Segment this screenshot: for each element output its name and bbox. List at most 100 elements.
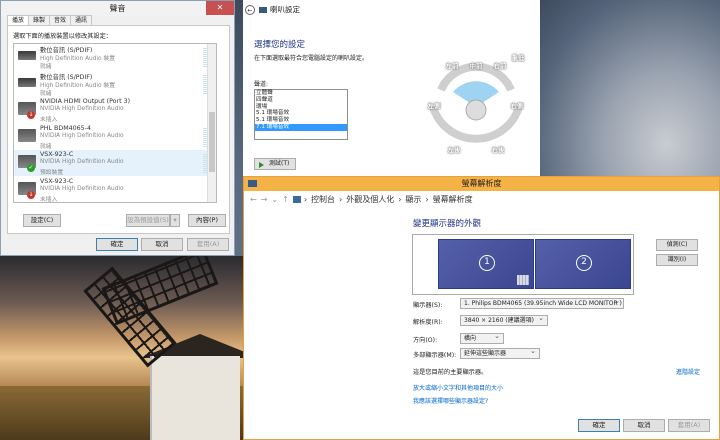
speaker-title: 喇叭設定 [270, 5, 300, 14]
text-size-link[interactable]: 放大或縮小文字和其他項目的大小 [413, 383, 503, 392]
device-driver: NVIDIA High Definition Audio [40, 185, 124, 192]
device-status: 預設裝置 [40, 170, 64, 176]
set-default-dropdown[interactable]: ▾ [170, 214, 180, 227]
speaker-setup-dialog: ← 喇叭設定 選擇您的設定 在下面選取最符合您電腦設定的喇叭設定。 聲道: 立體… [243, 0, 540, 176]
list-item[interactable]: 數位音訊 (S/PDIF) High Definition Audio 裝置 就… [14, 44, 216, 71]
device-status: 未插入 [40, 117, 58, 123]
channel-option[interactable]: 5.1 環場音效 [255, 117, 347, 124]
desktop-wallpaper-windmill [0, 256, 243, 440]
speaker-side-left[interactable]: 左側 [423, 100, 445, 110]
speaker-icon [259, 6, 267, 13]
device-status: 就緒 [40, 90, 52, 97]
forward-icon[interactable]: → [261, 195, 268, 204]
device-list[interactable]: 數位音訊 (S/PDIF) High Definition Audio 裝置 就… [13, 43, 217, 203]
orientation-label: 方向(O): [413, 337, 438, 344]
recent-icon[interactable]: ⌄ [271, 195, 278, 204]
resolution-label: 解析度(R): [413, 319, 443, 326]
up-icon[interactable]: ↑ [282, 195, 289, 204]
breadcrumb-resolution[interactable]: 螢幕解析度 [433, 194, 473, 205]
wallpaper-windmill-house [150, 356, 240, 440]
list-item[interactable]: PHL BDM4065-4 NVIDIA High Definition Aud… [14, 124, 216, 150]
breadcrumb-sep: › [425, 194, 429, 204]
breadcrumb-control-panel[interactable]: 控制台 [311, 194, 335, 205]
display-title: 螢幕解析度 [461, 179, 502, 188]
breadcrumb-sep: › [339, 194, 343, 204]
address-bar: ← → ⌄ ↑ › 控制台 › 外觀及個人化 › 顯示 › 螢幕解析度 [244, 191, 719, 207]
spdif-icon [18, 77, 36, 87]
device-status: 就緒 [40, 64, 52, 70]
display-label: 顯示器(S): [413, 302, 443, 309]
main-display-text: 這是您目前的主要顯示器。 [413, 369, 488, 376]
monitor-icon [18, 128, 36, 142]
scrollbar-thumb[interactable] [209, 112, 215, 172]
device-name: PHL BDM4065-4 [40, 124, 91, 132]
list-item-selected[interactable]: ✓ VSX-923-C NVIDIA High Definition Audio… [14, 150, 216, 177]
channel-option-selected[interactable]: 7.1 環場音效 [255, 123, 347, 131]
display-app-icon [248, 180, 257, 187]
breadcrumb-sep: › [303, 194, 308, 204]
ok-button[interactable]: 確定 [578, 419, 620, 432]
monitor-2[interactable]: 2 [535, 239, 631, 289]
configure-button[interactable]: 設定(C) [23, 214, 61, 227]
breadcrumb-display[interactable]: 顯示 [405, 194, 421, 205]
properties-button[interactable]: 內容(P) [188, 214, 226, 227]
device-list-scrollbar[interactable] [207, 44, 216, 202]
device-driver: NVIDIA High Definition Audio [40, 159, 124, 165]
orientation-select[interactable]: 橫向 [460, 332, 504, 344]
channel-option[interactable]: 四聲道 [255, 97, 347, 104]
control-panel-icon [292, 195, 301, 203]
resolution-select[interactable]: 3840 × 2160 (建議選項) [460, 314, 548, 326]
list-item[interactable]: 數位音訊 (S/PDIF) High Definition Audio 裝置 就… [14, 71, 216, 97]
cancel-button[interactable]: 取消 [623, 419, 665, 432]
device-driver: NVIDIA High Definition Audio [40, 106, 124, 112]
apply-button[interactable]: 套用(A) [187, 238, 229, 251]
desktop-wallpaper-sky [540, 0, 720, 180]
channel-option[interactable]: 立體聲 [255, 90, 347, 97]
multi-display-select[interactable]: 延伸這些顯示器 [460, 347, 540, 359]
playback-panel: 選取下面的播放裝置以修改其設定： 數位音訊 (S/PDIF) High Defi… [7, 25, 230, 234]
speaker-header: ← 喇叭設定 [243, 0, 540, 19]
close-button[interactable]: ✕ [206, 1, 234, 15]
breadcrumb-appearance[interactable]: 外觀及個人化 [346, 194, 394, 205]
channels-listbox[interactable]: 立體聲 四聲道 環場 5.1 環場音效 5.1 環場音效 7.1 環場音效 [254, 89, 348, 140]
back-arrow-icon[interactable]: ← [245, 4, 255, 15]
speaker-side-right[interactable]: 右側 [506, 100, 528, 110]
display-select[interactable]: 1. Philips BDM4065 (39.95inch Wide LCD M… [460, 297, 624, 309]
ok-button[interactable]: 確定 [96, 238, 138, 251]
list-item[interactable]: ↓ VSX-923-C NVIDIA High Definition Audio… [14, 177, 216, 203]
device-driver: NVIDIA High Definition Audio [40, 132, 124, 139]
speaker-rear-right[interactable]: 右後 [487, 144, 509, 154]
device-name: VSX-923-C [40, 151, 74, 158]
speaker-front-left[interactable]: 左前 [441, 60, 463, 70]
cancel-button[interactable]: 取消 [141, 238, 183, 251]
device-status: 未插入 [40, 196, 58, 203]
sound-title: 聲音 [1, 1, 234, 16]
unplugged-badge-icon: ↓ [27, 190, 35, 199]
device-name: NVIDIA HDMI Output (Port 3) [40, 98, 131, 105]
detect-button[interactable]: 偵測(C) [656, 239, 698, 251]
back-icon[interactable]: ← [250, 195, 257, 204]
channels-label: 聲道: [254, 81, 269, 88]
unplugged-badge-icon: ↓ [27, 111, 35, 119]
list-item[interactable]: ↓ NVIDIA HDMI Output (Port 3) NVIDIA Hig… [14, 97, 216, 124]
advanced-settings-link[interactable]: 進階設定 [676, 367, 700, 376]
identify-button[interactable]: 識別(I) [656, 254, 698, 266]
speaker-rear-left[interactable]: 左後 [443, 144, 465, 154]
test-button[interactable]: 測試(T) [254, 158, 296, 170]
taskbar-grid-icon [517, 275, 529, 285]
display-help-link[interactable]: 我應該選擇哪些顯示器設定? [413, 396, 488, 405]
monitor-1[interactable]: 1 [438, 239, 534, 289]
sound-dialog: 聲音 ✕ 播放 錄製 音效 通訊 選取下面的播放裝置以修改其設定： 數位音訊 (… [0, 0, 235, 256]
apply-button[interactable]: 套用(A) [668, 419, 710, 432]
display-heading: 變更顯示器的外觀 [413, 219, 482, 229]
speaker-layout: 左前 中前 右前 重低 左側 右側 左後 右後 [413, 52, 538, 164]
default-check-icon: ✓ [27, 164, 35, 172]
set-default-button[interactable]: 設為預設值(S) [126, 214, 170, 227]
screen-resolution-window: 螢幕解析度 ← → ⌄ ↑ › 控制台 › 外觀及個人化 › 顯示 › 螢幕解析… [243, 176, 720, 440]
device-status: 就緒 [40, 143, 52, 150]
device-name: VSX-923-C [40, 177, 74, 185]
speaker-subwoofer[interactable]: 重低 [507, 52, 529, 62]
breadcrumb-sep: › [398, 194, 402, 204]
monitor-number: 2 [576, 255, 592, 271]
speaker-front-center[interactable]: 中前 [465, 60, 487, 70]
